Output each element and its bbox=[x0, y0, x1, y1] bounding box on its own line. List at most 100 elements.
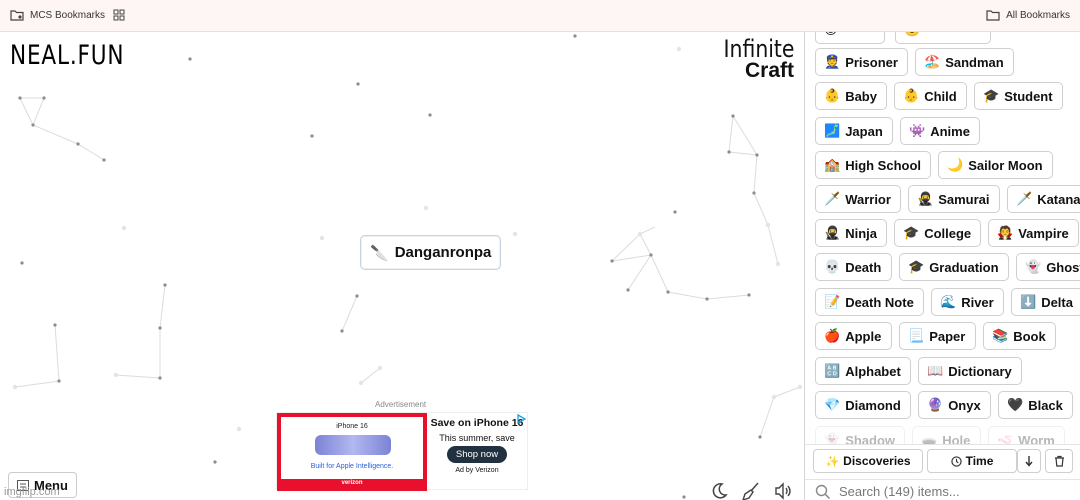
clear-canvas-button[interactable] bbox=[740, 480, 762, 500]
items-sidebar[interactable]: 😊 🙂 👮 Prisoner 🏖️ Sandman 👶 Baby 👶 Child 🎓 Studen… bbox=[804, 32, 1080, 500]
item-emoji-icon: 🧛 bbox=[997, 225, 1014, 240]
sidebar-item-label: Ninja bbox=[845, 225, 877, 241]
item-emoji-icon: 📝 bbox=[824, 294, 841, 309]
sidebar-item-label: Vampire bbox=[1018, 225, 1069, 241]
sidebar-item-label: Dictionary bbox=[948, 363, 1012, 379]
sidebar-item-partial[interactable]: 🙂 bbox=[895, 32, 991, 44]
sidebar-item-label: Alphabet bbox=[845, 363, 901, 379]
item-emoji-icon: 🌊 bbox=[940, 294, 957, 309]
all-bookmarks-label: All Bookmarks bbox=[1006, 9, 1070, 21]
mcs-bookmarks[interactable]: MCS Bookmarks bbox=[10, 9, 105, 21]
sidebar-item[interactable]: 🎓 College bbox=[894, 219, 981, 247]
sidebar-item-label: College bbox=[924, 225, 972, 241]
ad-card: iPhone 16 Built for Apple Intelligence. bbox=[281, 417, 423, 479]
item-emoji-icon: 👻 bbox=[1025, 259, 1042, 274]
item-emoji-icon: 💎 bbox=[824, 397, 841, 412]
sidebar-item[interactable]: 🍎 Apple bbox=[815, 322, 892, 350]
arrow-down-icon bbox=[1025, 456, 1033, 467]
sidebar-item[interactable]: 🎓 Graduation bbox=[899, 253, 1009, 281]
sidebar-item[interactable]: 🏖️ Sandman bbox=[915, 48, 1014, 76]
sidebar-item[interactable]: ⬇️ Delta bbox=[1011, 288, 1080, 316]
canvas-item-danganronpa[interactable]: 🔪 Danganronpa bbox=[360, 235, 502, 270]
sidebar-item-label: Apple bbox=[845, 328, 882, 344]
item-emoji-icon: 🗾 bbox=[824, 123, 841, 138]
sort-time-button[interactable]: Time bbox=[927, 449, 1017, 473]
sidebar-item-label: Japan bbox=[845, 123, 883, 139]
sidebar-item[interactable]: 📖 Dictionary bbox=[918, 357, 1022, 385]
item-emoji-icon: 🏖️ bbox=[924, 54, 941, 69]
sidebar-item-label: Student bbox=[1004, 88, 1053, 104]
sidebar-item[interactable]: 📚 Book bbox=[983, 322, 1056, 350]
search-input[interactable] bbox=[839, 484, 1059, 499]
ad-copy[interactable]: Save on iPhone 16 This summer, save Shop… bbox=[427, 413, 527, 489]
phone-image bbox=[315, 435, 391, 455]
shop-now-button[interactable]: Shop now bbox=[446, 446, 508, 463]
sidebar-item[interactable]: 🗡️ Warrior bbox=[815, 185, 901, 213]
logo-craft: Craft bbox=[744, 59, 794, 82]
sidebar-item-label: Onyx bbox=[948, 397, 981, 413]
item-emoji-icon: 📃 bbox=[908, 328, 925, 343]
sidebar-item[interactable]: 🎓 Student bbox=[974, 82, 1063, 110]
sidebar-item[interactable]: 🥷 Ninja bbox=[815, 219, 887, 247]
sidebar-item-label: River bbox=[961, 294, 994, 310]
sidebar-item-label: High School bbox=[845, 157, 922, 173]
sidebar-item[interactable]: 👾 Anime bbox=[900, 117, 980, 145]
sidebar-item[interactable]: 🥷 Samurai bbox=[908, 185, 1000, 213]
sidebar-item-partial[interactable]: 😊 bbox=[815, 32, 885, 44]
sidebar-item[interactable]: 🗾 Japan bbox=[815, 117, 893, 145]
sidebar-item-label: Sailor Moon bbox=[968, 157, 1043, 173]
sidebar-item[interactable]: 👮 Prisoner bbox=[815, 48, 908, 76]
moon-icon bbox=[712, 483, 728, 499]
item-emoji-icon: 👶 bbox=[824, 88, 841, 103]
sidebar-item-label: Graduation bbox=[929, 259, 999, 275]
sidebar-item[interactable]: 📝 Death Note bbox=[815, 288, 924, 316]
sidebar-item-label: Diamond bbox=[845, 397, 901, 413]
sidebar-item[interactable]: 💀 Death bbox=[815, 253, 892, 281]
crafting-canvas[interactable]: NEAL.FUN Infinite Craft 🔪 Danganronpa Ad… bbox=[0, 32, 804, 500]
sidebar-item[interactable]: 🧛 Vampire bbox=[988, 219, 1079, 247]
sidebar-item[interactable]: 💎 Diamond bbox=[815, 391, 911, 419]
sidebar-item[interactable]: 🖤 Black bbox=[998, 391, 1073, 419]
sidebar-item[interactable]: 👶 Baby bbox=[815, 82, 887, 110]
item-emoji-icon: 🗡️ bbox=[1016, 191, 1033, 206]
sidebar-item[interactable]: 🌊 River bbox=[931, 288, 1004, 316]
sidebar-item[interactable]: 🏫 High School bbox=[815, 151, 931, 179]
sidebar-item-label: Prisoner bbox=[845, 54, 898, 70]
item-emoji-icon: 🏫 bbox=[824, 157, 841, 172]
ad-tagline: Built for Apple Intelligence. bbox=[310, 463, 394, 470]
item-emoji-icon: 🥷 bbox=[917, 191, 934, 206]
infinite-craft-logo: Infinite Craft bbox=[711, 37, 794, 82]
sidebar-item-label: Warrior bbox=[845, 191, 891, 207]
sidebar-item[interactable]: 🔮 Onyx bbox=[918, 391, 991, 419]
sidebar-item[interactable]: 🔠 Alphabet bbox=[815, 357, 911, 385]
sidebar-item[interactable]: 👻 Ghost bbox=[1016, 253, 1080, 281]
all-bookmarks[interactable]: All Bookmarks bbox=[986, 9, 1070, 21]
sidebar-item-label: Ghost bbox=[1046, 259, 1080, 275]
broom-icon bbox=[742, 482, 759, 500]
ad-label: Advertisement bbox=[375, 400, 427, 409]
item-emoji-icon: 😊 bbox=[824, 32, 838, 38]
sidebar-item[interactable]: 👶 Child bbox=[894, 82, 967, 110]
ad-image[interactable]: iPhone 16 Built for Apple Intelligence. … bbox=[277, 413, 427, 491]
dark-mode-toggle[interactable] bbox=[708, 480, 730, 500]
sidebar-item[interactable]: 📃 Paper bbox=[899, 322, 976, 350]
adchoices-icon[interactable] bbox=[516, 414, 526, 424]
sidebar-item-label: Paper bbox=[929, 328, 966, 344]
delete-button[interactable] bbox=[1045, 449, 1073, 473]
item-emoji-icon: 🗡️ bbox=[824, 191, 841, 206]
item-emoji-icon: 📚 bbox=[992, 328, 1009, 343]
sidebar-bottom-bar: ✨ Discoveries Time bbox=[805, 444, 1080, 500]
discoveries-button[interactable]: ✨ Discoveries bbox=[813, 449, 923, 473]
sidebar-item-label: Child bbox=[924, 88, 957, 104]
item-emoji-icon: 👶 bbox=[903, 88, 920, 103]
neal-fun-logo[interactable]: NEAL.FUN bbox=[10, 40, 124, 71]
sidebar-item[interactable]: 🌙 Sailor Moon bbox=[938, 151, 1053, 179]
item-emoji-icon: 🥷 bbox=[824, 225, 841, 240]
item-emoji-icon: 🙂 bbox=[904, 32, 920, 38]
sidebar-item[interactable]: 🗡️ Katana bbox=[1007, 185, 1080, 213]
sort-direction-button[interactable] bbox=[1017, 449, 1041, 473]
item-emoji-icon: 🔠 bbox=[824, 363, 841, 378]
sound-toggle[interactable] bbox=[772, 480, 794, 500]
apps-grid-button[interactable] bbox=[113, 9, 125, 21]
advertisement[interactable]: iPhone 16 Built for Apple Intelligence. … bbox=[276, 412, 528, 491]
